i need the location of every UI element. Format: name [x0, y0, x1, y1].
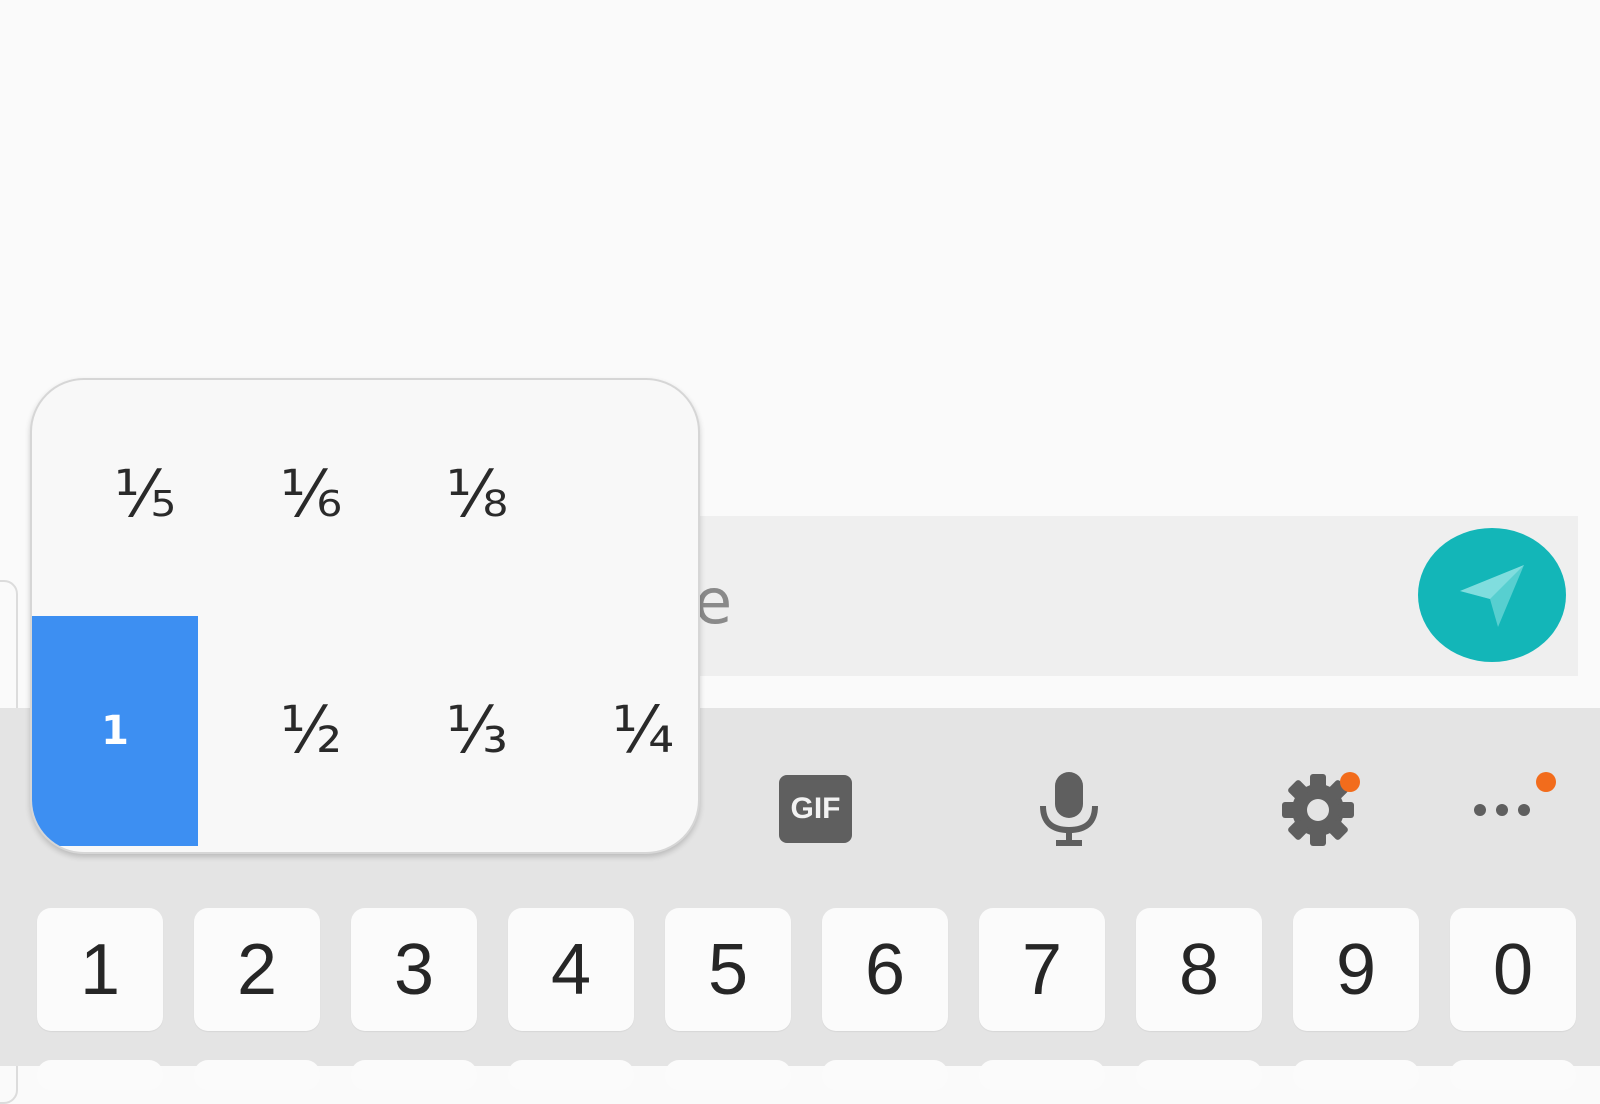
fraction-popup: ⅕ ⅙ ⅛ 1 ½ ⅓ ¼: [30, 378, 700, 854]
key-0[interactable]: 0: [1450, 908, 1576, 1031]
fraction-option-selected[interactable]: 1: [32, 616, 198, 846]
key-5[interactable]: 5: [665, 908, 791, 1031]
key-row-2-partial[interactable]: [37, 1060, 163, 1090]
key-row-2-partial[interactable]: [979, 1060, 1105, 1090]
key-1[interactable]: 1: [37, 908, 163, 1031]
voice-input-button[interactable]: [1034, 770, 1104, 850]
fraction-option[interactable]: ⅙: [228, 380, 394, 610]
key-6[interactable]: 6: [822, 908, 948, 1031]
gif-button[interactable]: GIF: [779, 775, 852, 843]
key-row-2-partial[interactable]: [665, 1060, 791, 1090]
send-button[interactable]: [1418, 528, 1566, 662]
key-row-2-partial[interactable]: [1136, 1060, 1262, 1090]
key-row-2-partial[interactable]: [194, 1060, 320, 1090]
key-row-2-partial[interactable]: [1450, 1060, 1576, 1090]
fraction-option[interactable]: ⅕: [62, 380, 228, 610]
key-7[interactable]: 7: [979, 908, 1105, 1031]
key-4[interactable]: 4: [508, 908, 634, 1031]
microphone-icon: [1040, 772, 1098, 846]
key-row-2-partial[interactable]: [351, 1060, 477, 1090]
key-3[interactable]: 3: [351, 908, 477, 1031]
more-options-button[interactable]: [1468, 790, 1544, 830]
settings-notification-badge: [1340, 772, 1360, 792]
fraction-option[interactable]: ⅛: [394, 380, 560, 610]
key-row-2-partial[interactable]: [822, 1060, 948, 1090]
key-8[interactable]: 8: [1136, 908, 1262, 1031]
send-icon: [1460, 565, 1524, 627]
key-row-2-partial[interactable]: [508, 1060, 634, 1090]
key-2[interactable]: 2: [194, 908, 320, 1031]
fraction-option[interactable]: ¼: [560, 616, 698, 846]
fraction-option[interactable]: ⅓: [394, 616, 560, 846]
fraction-option[interactable]: ½: [228, 616, 394, 846]
more-notification-badge: [1536, 772, 1556, 792]
gif-label: GIF: [790, 792, 841, 825]
key-row-2-partial[interactable]: [1293, 1060, 1419, 1090]
more-icon: [1474, 804, 1530, 816]
key-9[interactable]: 9: [1293, 908, 1419, 1031]
